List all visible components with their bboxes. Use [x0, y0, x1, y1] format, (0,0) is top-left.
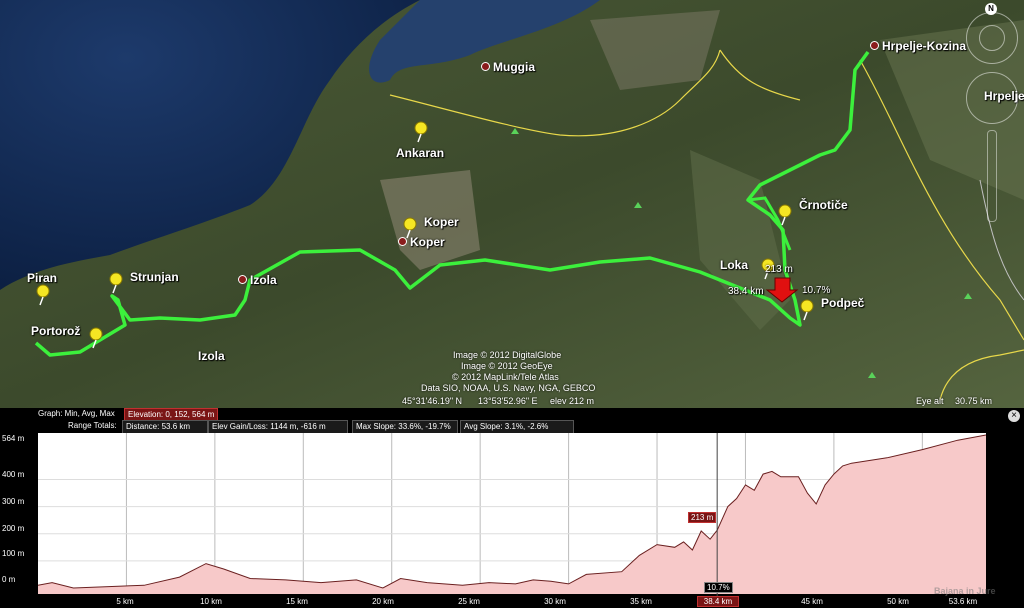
x-tick-label: 53.6 km	[948, 597, 978, 606]
place-label-piran: Piran	[27, 271, 58, 285]
watermark: Bajana in Jure	[934, 586, 996, 596]
imagery-credit: © 2012 MapLink/Tele Atlas	[452, 372, 559, 382]
cursor-distance-label: 38.4 km	[728, 286, 764, 297]
x-tick-label: 50 km	[887, 597, 909, 606]
zoom-slider[interactable]	[987, 130, 997, 222]
place-label-izola-municipality: Izola	[198, 349, 225, 363]
imagery-credit: Image © 2012 DigitalGlobe	[453, 350, 562, 360]
place-label-koper-pin: Koper	[424, 215, 459, 229]
y-tick-label: 300 m	[2, 497, 25, 506]
y-tick-label: 564 m	[2, 434, 25, 443]
move-ring[interactable]	[966, 72, 1018, 124]
y-tick-label: 200 m	[2, 524, 25, 533]
place-label-strunjan: Strunjan	[130, 270, 179, 284]
city-dot-icon	[870, 41, 879, 50]
elevation-readout: elev 212 m	[550, 396, 595, 406]
satellite-map[interactable]: Muggia Ankaran Koper Koper Izola Izola S…	[0, 0, 1024, 408]
place-label-ankaran: Ankaran	[396, 146, 445, 160]
place-label-izola: Izola	[238, 273, 277, 287]
elevation-profile-panel: Graph: Min, Avg, Max Elevation: 0, 152, …	[0, 408, 1024, 608]
city-dot-icon	[238, 275, 247, 284]
x-tick-cursor-label: 38.4 km	[697, 596, 739, 607]
y-tick-label: 100 m	[2, 549, 25, 558]
x-tick-label: 10 km	[200, 597, 222, 606]
cursor-elevation-tag: 213 m	[688, 512, 717, 523]
eye-alt-label: Eye alt	[916, 396, 944, 406]
place-label-koper: Koper	[398, 235, 445, 249]
north-icon[interactable]: N	[985, 3, 997, 15]
place-label-loka: Loka	[720, 258, 749, 272]
x-tick-label: 15 km	[286, 597, 308, 606]
y-tick-label: 0 m	[2, 575, 16, 584]
latitude-readout: 45°31'46.19" N	[402, 396, 463, 406]
elevation-chart[interactable]	[0, 408, 1024, 608]
place-label-muggia: Muggia	[481, 60, 535, 74]
place-label-hrpelje-kozina: Hrpelje-Kozina	[870, 39, 966, 53]
imagery-credit: Image © 2012 GeoEye	[461, 361, 553, 371]
x-tick-label: 20 km	[372, 597, 394, 606]
place-label-podpec: Podpeč	[821, 296, 865, 310]
x-tick-label: 45 km	[801, 597, 823, 606]
look-joystick-icon[interactable]	[979, 25, 1005, 51]
x-tick-label: 25 km	[458, 597, 480, 606]
longitude-readout: 13°53'52.96" E	[478, 396, 538, 406]
x-tick-label: 35 km	[630, 597, 652, 606]
imagery-credit: Data SIO, NOAA, U.S. Navy, NGA, GEBCO	[421, 383, 596, 393]
place-label-crnotice: Črnotiče	[799, 198, 848, 212]
city-dot-icon	[481, 62, 490, 71]
cursor-slope-label: 10.7%	[802, 285, 831, 296]
cursor-slope-tag: 10.7%	[704, 582, 733, 593]
x-tick-label: 5 km	[116, 597, 134, 606]
eye-alt-value: 30.75 km	[955, 396, 993, 406]
x-tick-label: 30 km	[544, 597, 566, 606]
cursor-elevation-label: 213 m	[765, 264, 793, 275]
place-label-portoroz: Portorož	[31, 324, 81, 338]
y-tick-label: 400 m	[2, 470, 25, 479]
city-dot-icon	[398, 237, 407, 246]
